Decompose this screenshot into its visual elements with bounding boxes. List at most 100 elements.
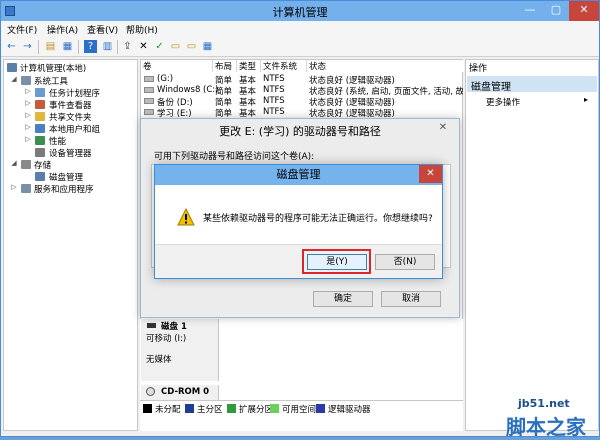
legend-label: 未分配 <box>155 405 181 415</box>
more-actions-link[interactable]: 更多操作 <box>486 96 520 108</box>
actions-section-disk-management[interactable]: 磁盘管理 <box>467 76 597 93</box>
volume-filesystem: NTFS <box>263 107 285 117</box>
expand-icon[interactable]: ◢ <box>10 159 18 167</box>
open-folder-icon[interactable]: ▭ <box>169 40 182 53</box>
watermark: jb51.net 脚本之家 <box>498 394 600 439</box>
performance-icon <box>35 136 45 145</box>
disk-icon <box>147 323 156 328</box>
legend-swatch-unallocated <box>143 404 152 413</box>
expand-icon[interactable]: ▷ <box>10 183 18 191</box>
tree-item-local-users[interactable]: ▷ 本地用户和组 <box>4 123 137 135</box>
legend-swatch-logical <box>316 404 325 413</box>
volume-name: (G:) <box>157 74 174 84</box>
tree-item-label: 服务和应用程序 <box>34 185 94 195</box>
minimize-button[interactable]: — <box>517 1 543 21</box>
no-button[interactable]: 否(N) <box>375 254 435 270</box>
column-header-filesystem[interactable]: 文件系统 <box>261 60 307 72</box>
back-icon[interactable]: ← <box>5 40 18 53</box>
tree-item-label: 设备管理器 <box>49 149 92 159</box>
tree-item-event-viewer[interactable]: ▷ 事件查看器 <box>4 99 137 111</box>
change-dialog-prompt: 可用下列驱动器号和路径访问这个卷(A): <box>154 152 315 162</box>
expand-icon[interactable]: ▷ <box>24 87 32 95</box>
cancel-button[interactable]: 取消 <box>381 291 441 307</box>
device-manager-icon <box>35 148 45 157</box>
help-icon[interactable]: ? <box>84 40 97 53</box>
chevron-right-icon[interactable]: ▸ <box>584 95 588 104</box>
table-row[interactable]: Windows8 (C:) 简单 基本 NTFS 状态良好 (系统, 启动, 页… <box>141 85 464 97</box>
toolbar-divider <box>78 40 79 54</box>
disk-icon <box>35 172 45 181</box>
confirm-dialog-footer: 是(Y) 否(N) <box>155 244 442 278</box>
show-tree-icon[interactable]: ▦ <box>61 40 74 53</box>
menu-action[interactable]: 操作(A) <box>47 23 78 36</box>
title-bar: 计算机管理 — ▢ ✕ <box>1 1 599 21</box>
cdrom-name: CD-ROM 0 <box>161 387 210 397</box>
expand-icon[interactable]: ▷ <box>24 135 32 143</box>
folder-icon[interactable]: ▭ <box>185 40 198 53</box>
volume-filesystem: NTFS <box>263 85 285 95</box>
connect-icon[interactable]: ⇪ <box>121 40 134 53</box>
properties-icon[interactable]: ▥ <box>101 40 114 53</box>
users-icon <box>35 124 45 133</box>
tools-icon <box>21 76 31 85</box>
tree-item-system-tools[interactable]: ◢ 系统工具 <box>4 75 137 87</box>
tree-item-task-scheduler[interactable]: ▷ 任务计划程序 <box>4 87 137 99</box>
tree-item-label: 共享文件夹 <box>49 113 92 123</box>
tree-item-label: 本地用户和组 <box>49 125 101 135</box>
shared-folder-icon <box>35 112 45 121</box>
storage-icon <box>21 160 31 169</box>
change-dialog-title: 更改 E: (学习) 的驱动器号和路径 <box>219 125 381 138</box>
table-row[interactable]: 学习 (E:) 简单 基本 NTFS 状态良好 (逻辑驱动器) <box>141 107 464 119</box>
ok-button[interactable]: 确定 <box>313 291 373 307</box>
maximize-button[interactable]: ▢ <box>543 1 569 21</box>
expand-icon[interactable]: ▷ <box>24 99 32 107</box>
actions-title: 操作 <box>469 64 488 74</box>
drive-icon <box>144 76 154 82</box>
expand-icon[interactable]: ▷ <box>24 123 32 131</box>
tree-item-services[interactable]: ▷ 服务和应用程序 <box>4 183 137 195</box>
menu-bar: 文件(F) 操作(A) 查看(V) 帮助(H) <box>1 21 599 37</box>
expand-icon[interactable]: ▷ <box>24 111 32 119</box>
drive-icon <box>144 87 154 93</box>
tree-item-device-manager[interactable]: 设备管理器 <box>4 147 137 159</box>
close-button[interactable]: ✕ <box>569 1 599 21</box>
menu-file[interactable]: 文件(F) <box>7 23 37 36</box>
tree-item-performance[interactable]: ▷ 性能 <box>4 135 137 147</box>
actions-pane: 操作 磁盘管理 更多操作 ▸ <box>465 59 599 431</box>
tree-item-label: 任务计划程序 <box>49 89 101 99</box>
tree-item-storage[interactable]: ◢ 存储 <box>4 159 137 171</box>
toolbar-divider <box>38 40 39 54</box>
volume-name: Windows8 (C:) <box>157 85 219 95</box>
menu-help[interactable]: 帮助(H) <box>126 23 158 36</box>
column-header-layout[interactable]: 布局 <box>213 60 237 72</box>
toolbar: ← → ▤ ▦ ? ▥ ⇪ ✕ ✓ ▭ ▭ ▦ <box>1 37 599 57</box>
menu-view[interactable]: 查看(V) <box>87 23 118 36</box>
confirm-dialog-title: 磁盘管理 <box>155 165 442 185</box>
services-icon <box>21 184 31 193</box>
forward-icon[interactable]: → <box>21 40 34 53</box>
confirm-dialog-close-icon[interactable]: ✕ <box>419 165 442 183</box>
tree-item-disk-management[interactable]: 磁盘管理 <box>4 171 137 183</box>
column-header-status[interactable]: 状态 <box>307 60 464 72</box>
disk-1-label[interactable]: 磁盘 1 可移动 (I:) 无媒体 <box>141 319 219 381</box>
disk-1-name: 磁盘 1 <box>161 322 187 332</box>
drive-icon <box>144 98 154 104</box>
cdrom-label[interactable]: CD-ROM 0 <box>141 385 219 400</box>
column-header-type[interactable]: 类型 <box>237 60 261 72</box>
tree-item-label: 磁盘管理 <box>49 173 84 183</box>
grid-icon[interactable]: ▦ <box>201 40 214 53</box>
check-icon[interactable]: ✓ <box>153 40 166 53</box>
tree-item-label: 存储 <box>34 161 52 171</box>
expand-icon[interactable]: ◢ <box>10 75 18 83</box>
delete-icon[interactable]: ✕ <box>137 40 150 53</box>
tree-item-shared-folders[interactable]: ▷ 共享文件夹 <box>4 111 137 123</box>
window-title: 计算机管理 <box>272 6 328 19</box>
tree-item-label: 性能 <box>49 137 67 147</box>
change-dialog-close-icon[interactable]: ✕ <box>433 121 453 135</box>
table-row[interactable]: (G:) 简单 基本 NTFS 状态良好 (逻辑驱动器) <box>141 74 464 86</box>
watermark-url: jb51.net <box>518 397 570 410</box>
table-row[interactable]: 备份 (D:) 简单 基本 NTFS 状态良好 (逻辑驱动器) <box>141 96 464 108</box>
column-header-volume[interactable]: 卷 <box>141 60 213 72</box>
up-folder-icon[interactable]: ▤ <box>44 40 57 53</box>
navigation-tree: 计算机管理(本地) ◢ 系统工具 ▷ 任务计划程序 ▷ 事件查看器 ▷ 共享文件… <box>3 59 138 431</box>
